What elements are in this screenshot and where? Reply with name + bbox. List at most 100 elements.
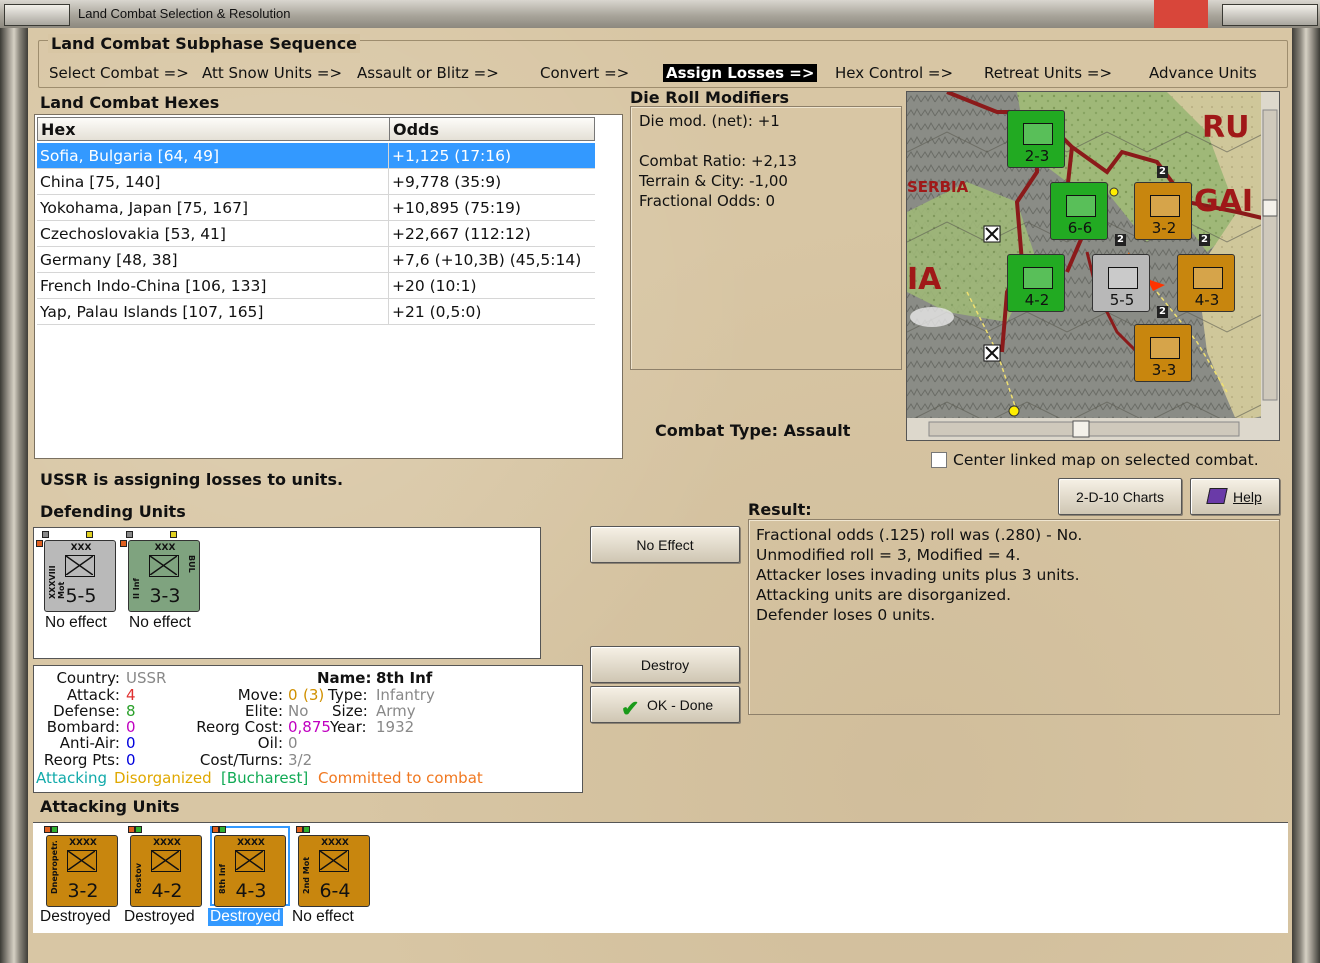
map-label-serbia: SERBIA	[907, 178, 969, 196]
country-label: Country:	[56, 669, 120, 687]
unit-counter[interactable]: XXXX Rostov 4-2	[130, 835, 202, 907]
ok-done-label: OK - Done	[647, 697, 714, 713]
help-button[interactable]: Help	[1190, 478, 1280, 515]
title-bar[interactable]: Land Combat Selection & Resolution	[0, 0, 1320, 29]
map-unit-strength: 4-3	[1194, 291, 1220, 309]
hex-row[interactable]: Sofia, Bulgaria [64, 49] +1,125 (17:16)	[37, 143, 595, 169]
close-button[interactable]	[1154, 0, 1208, 28]
status-dot-icon	[120, 540, 127, 547]
cost-turns-value: 3/2	[288, 751, 313, 769]
hex-row[interactable]: Yap, Palau Islands [107, 165] +21 (0,5:0)	[37, 299, 595, 325]
map-unit-counter[interactable]: 6-6	[1050, 182, 1108, 240]
year-label: Year:	[330, 718, 367, 736]
destroy-button[interactable]: Destroy	[590, 646, 740, 683]
cost-turns-label: Cost/Turns:	[199, 751, 283, 769]
checkmark-icon: ✔	[621, 696, 640, 721]
hex-name-cell: Germany [48, 38]	[37, 247, 389, 273]
hex-name-cell: Yokohama, Japan [75, 167]	[37, 195, 389, 221]
sequence-title: Land Combat Subphase Sequence	[48, 34, 361, 53]
country-value: USSR	[126, 669, 167, 687]
status-dot-icon	[303, 826, 310, 833]
unit-strength: 3-2	[67, 880, 99, 902]
map-unit-strength: 4-2	[1024, 291, 1050, 309]
map-unit-counter[interactable]: 4-2	[1007, 254, 1065, 312]
odds-cell: +9,778 (35:9)	[389, 169, 595, 195]
hex-name-cell: China [75, 140]	[37, 169, 389, 195]
hex-name-cell: Yap, Palau Islands [107, 165]	[37, 299, 389, 325]
map-unit-counter[interactable]: 5-5	[1092, 254, 1150, 312]
map-unit-counter[interactable]: 2-3	[1007, 110, 1065, 168]
step-att-snow: Att Snow Units =>	[202, 64, 343, 82]
unit-strength: 5-5	[65, 585, 97, 607]
window-menu-icon[interactable]	[4, 4, 70, 26]
hex-name-cell: Czechoslovakia [53, 41]	[37, 221, 389, 247]
hex-table[interactable]: Hex Odds Sofia, Bulgaria [64, 49] +1,125 …	[34, 114, 623, 459]
status-dot-icon	[170, 531, 177, 538]
die-roll-title: Die Roll Modifiers	[630, 88, 790, 107]
hex-row[interactable]: China [75, 140] +9,778 (35:9)	[37, 169, 595, 195]
charts-button[interactable]: 2-D-10 Charts	[1058, 478, 1182, 515]
unit-strength: 6-4	[319, 880, 351, 902]
mech-symbol-icon	[235, 850, 265, 872]
unit-status-label[interactable]: Destroyed	[208, 908, 283, 926]
unit-status-label: No effect	[129, 614, 191, 631]
status-dot-icon	[219, 826, 226, 833]
oil-value: 0	[288, 734, 298, 752]
map-unit-strength: 3-3	[1151, 361, 1177, 379]
terrain-city: Terrain & City: -1,00	[639, 172, 788, 190]
unit-symbol-icon	[1193, 267, 1223, 289]
attacking-title: Attacking Units	[40, 797, 180, 816]
status-dot-icon	[296, 826, 303, 833]
unit-status-label: No effect	[292, 908, 354, 925]
odds-cell: +21 (0,5:0)	[389, 299, 595, 325]
unit-counter[interactable]: XXX XXXVIII Mot 5-5	[44, 540, 116, 612]
stack-count-badge: 2	[1115, 234, 1126, 246]
unit-counter[interactable]: XXXX Dnepropetr. 3-2	[46, 835, 118, 907]
unit-symbol-icon	[1023, 267, 1053, 289]
reorg-label: Reorg Pts:	[43, 751, 120, 769]
unit-counter[interactable]: XXXX 8th Inf 4-3	[214, 835, 286, 907]
unit-nation: BUL	[187, 555, 196, 573]
tag-disorganized: Disorganized	[114, 769, 212, 787]
result-line: Attacking units are disorganized.	[756, 586, 1012, 604]
map-unit-strength: 6-6	[1067, 219, 1093, 237]
ok-done-button[interactable]: ✔ OK - Done	[590, 686, 740, 723]
center-map-label: Center linked map on selected combat.	[953, 451, 1259, 469]
map-label-gai: GAI	[1194, 184, 1254, 219]
unit-counter[interactable]: XXXX 2nd Mot 6-4	[298, 835, 370, 907]
status-dot-icon	[36, 540, 43, 547]
combat-type: Combat Type: Assault	[655, 421, 851, 440]
center-map-checkbox[interactable]	[931, 452, 947, 468]
col-odds-header[interactable]: Odds	[389, 117, 595, 141]
step-select-combat: Select Combat =>	[49, 64, 189, 82]
linked-map[interactable]: RU SERBIA GAI IA 2-3 6-6 3-2 4-2 5-5 4-3 3-3 2 2…	[906, 91, 1280, 441]
hex-row[interactable]: Germany [48, 38] +7,6 (+10,3B) (45,5:14)	[37, 247, 595, 273]
fractional-odds: Fractional Odds: 0	[639, 192, 776, 210]
help-book-icon	[1206, 488, 1228, 504]
map-unit-counter[interactable]: 3-2	[1134, 182, 1192, 240]
map-unit-strength: 3-2	[1151, 219, 1177, 237]
mech-symbol-icon	[65, 555, 95, 577]
map-unit-counter[interactable]: 3-3	[1134, 324, 1192, 382]
map-unit-counter[interactable]: 4-3	[1177, 254, 1235, 312]
unit-strength: 3-3	[149, 585, 181, 607]
stack-count-badge: 2	[1157, 166, 1168, 178]
no-effect-button[interactable]: No Effect	[590, 526, 740, 563]
die-roll-box	[630, 106, 902, 370]
unit-symbol-icon	[1150, 337, 1180, 359]
hex-row[interactable]: Yokohama, Japan [75, 167] +10,895 (75:19)	[37, 195, 595, 221]
col-hex-header[interactable]: Hex	[37, 117, 390, 141]
unit-counter[interactable]: XXX II Inf BUL 3-3	[128, 540, 200, 612]
mech-symbol-icon	[151, 850, 181, 872]
hexes-title: Land Combat Hexes	[40, 93, 220, 112]
stack-count-badge: 2	[1157, 306, 1168, 318]
combat-ratio: Combat Ratio: +2,13	[639, 152, 797, 170]
unit-symbol-icon	[1150, 195, 1180, 217]
status-dot-icon	[212, 826, 219, 833]
antiair-value: 0	[126, 734, 136, 752]
step-assign-losses: Assign Losses =>	[663, 64, 818, 82]
hex-row[interactable]: Czechoslovakia [53, 41] +22,667 (112:12)	[37, 221, 595, 247]
window-controls-icon[interactable]	[1222, 4, 1318, 26]
hex-row[interactable]: French Indo-China [106, 133] +20 (10:1)	[37, 273, 595, 299]
map-label-ia: IA	[907, 262, 942, 297]
